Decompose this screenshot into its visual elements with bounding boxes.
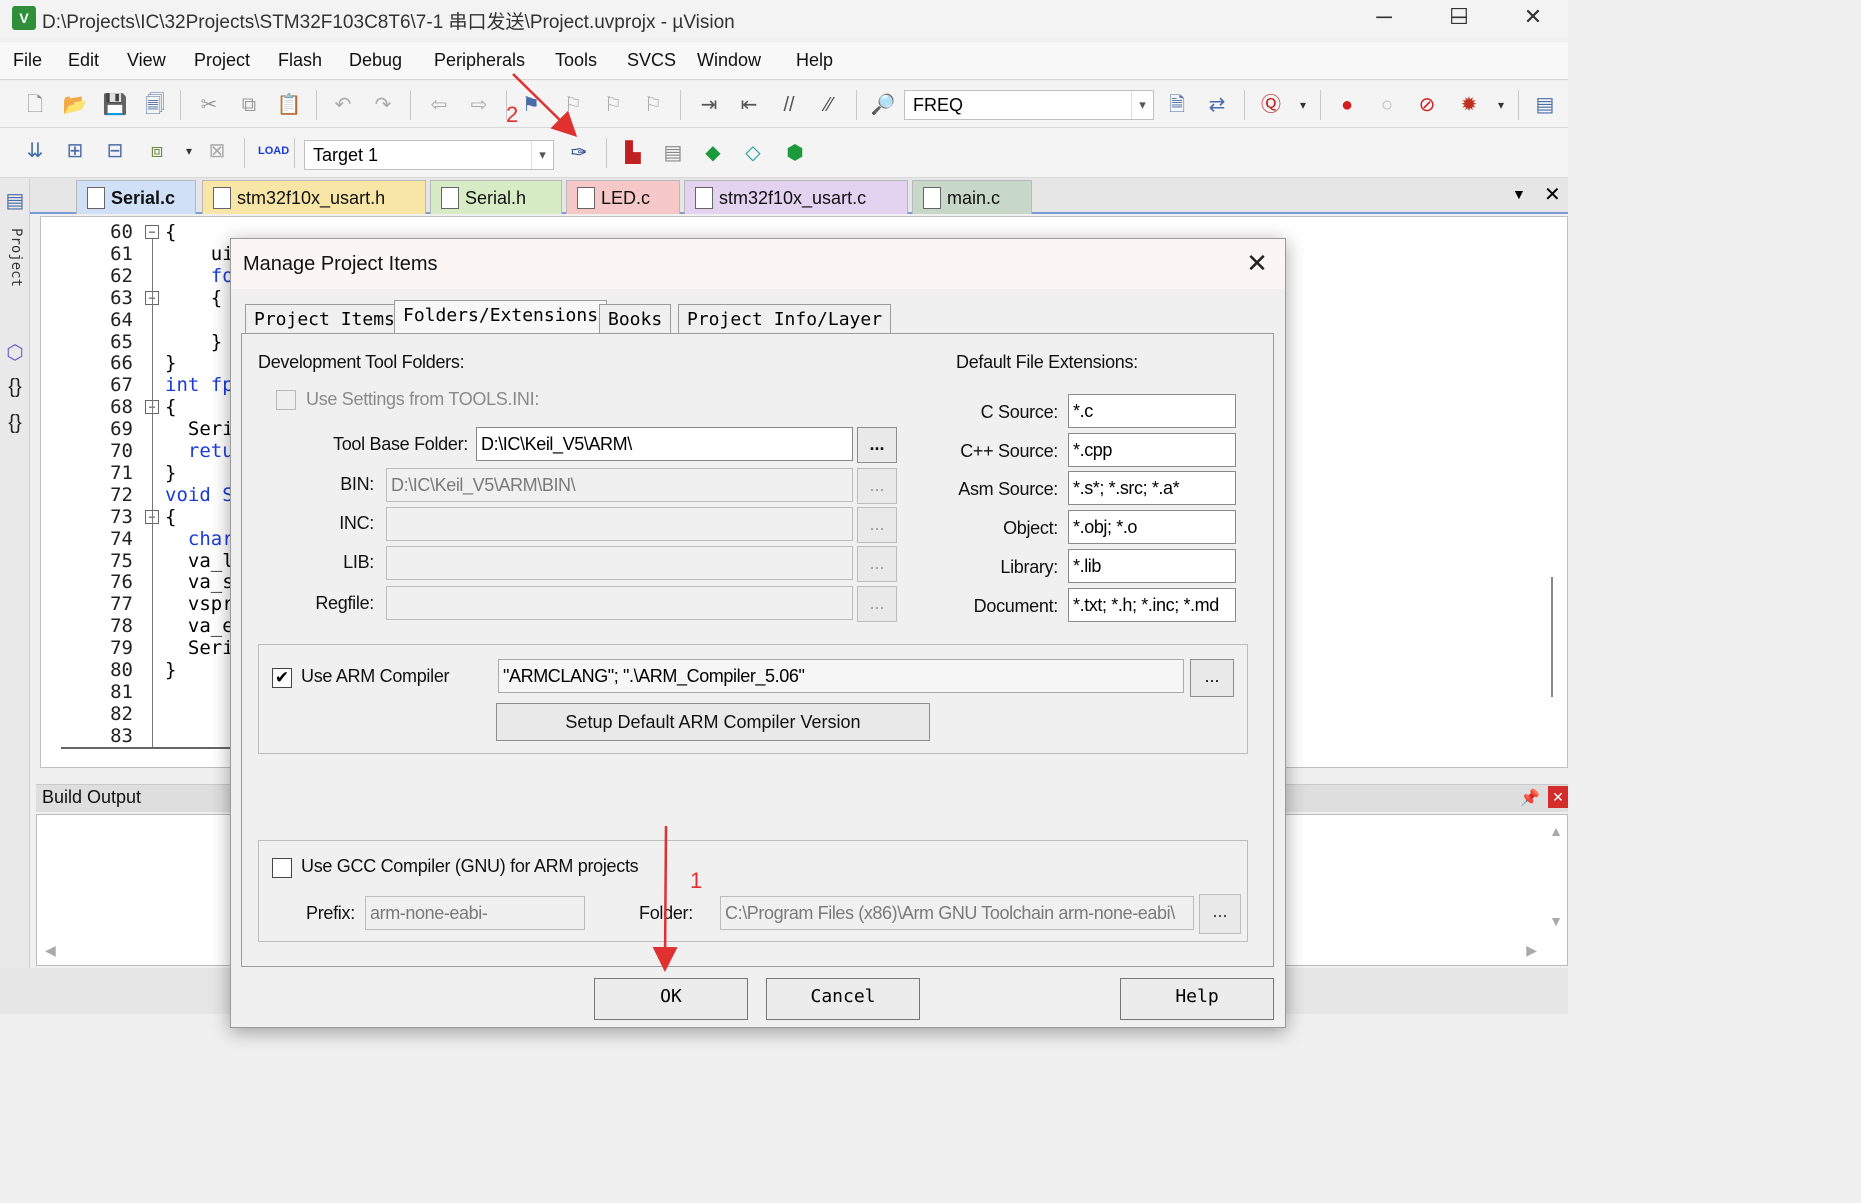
annotation-arrow-2 bbox=[512, 73, 578, 138]
annotation-step-1: 1 bbox=[690, 868, 703, 893]
annotation-arrows bbox=[512, 73, 678, 972]
annotation-arrow-1 bbox=[652, 825, 678, 972]
annotation-step-2: 2 bbox=[506, 102, 519, 127]
